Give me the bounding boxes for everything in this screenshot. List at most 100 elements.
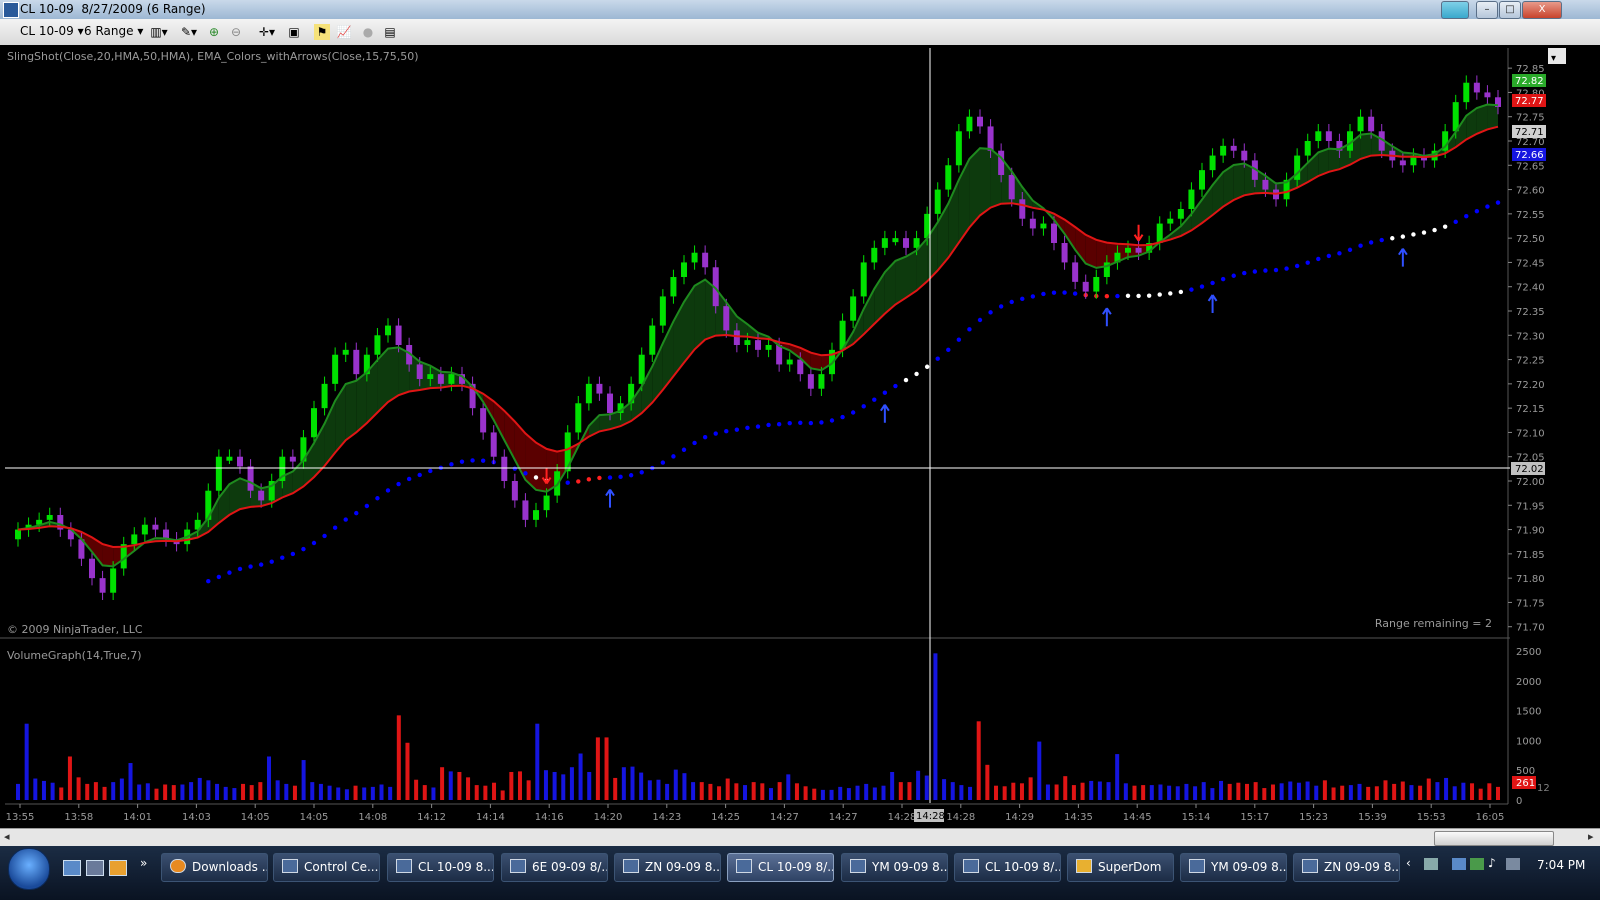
volume-bar (543, 770, 548, 800)
candle-body (850, 296, 857, 321)
slingshot-dot (396, 481, 401, 487)
taskbar-item[interactable]: YM 09-09 8... (1180, 853, 1287, 882)
taskbar-item[interactable]: CL 10-09 8... (387, 853, 494, 882)
taskbar-item-label: Control Ce... (304, 860, 379, 874)
volume-bar (266, 756, 271, 800)
show-desktop-icon[interactable] (63, 860, 81, 876)
tray-expand-icon[interactable]: ‹ (1406, 856, 1411, 870)
slingshot-dot (850, 410, 856, 415)
instrument-selector[interactable]: CL 10-09 ▾ (20, 23, 84, 40)
tray-icon-power[interactable] (1506, 858, 1520, 870)
bar-style-icon[interactable]: ▥▾ (148, 24, 170, 40)
media-player-icon[interactable] (109, 860, 127, 876)
volume-bar (846, 788, 851, 800)
record-icon[interactable]: ● (360, 24, 376, 40)
drawing-tool-icon[interactable]: ✎▾ (178, 24, 200, 40)
chevron-down-icon[interactable]: ▾ (1551, 53, 1556, 64)
taskbar-item[interactable]: CL 10-09 8/... (954, 853, 1061, 882)
candle-body (490, 432, 497, 457)
time-tick-label: 14:27 (770, 812, 799, 823)
volume-bar (881, 785, 886, 800)
maximize-button[interactable]: □ (1499, 1, 1521, 19)
volume-bar (85, 783, 90, 800)
scroll-left-icon[interactable]: ◂ (4, 830, 10, 843)
period-selector[interactable]: 6 Range ▾ (84, 23, 143, 40)
quicklaunch-overflow-icon[interactable]: » (140, 856, 147, 870)
volume-bar (1158, 784, 1163, 800)
scrollbar-thumb[interactable] (1434, 831, 1554, 846)
candle-body (511, 481, 518, 501)
time-tick-label: 14:12 (417, 812, 446, 823)
candle-body (1019, 199, 1026, 219)
taskbar-item[interactable]: 6E 09-09 8/... (501, 853, 608, 882)
candle-body (237, 456, 243, 467)
taskbar-item[interactable]: YM 09-09 8... (841, 853, 948, 882)
slingshot-dot (311, 540, 317, 546)
slingshot-dot (1337, 251, 1342, 256)
taskbar-item-label: SuperDom (1098, 860, 1162, 874)
tray-icon-network[interactable] (1424, 858, 1438, 870)
ema-fill-segment (969, 148, 980, 228)
volume-bar (699, 782, 704, 800)
volume-bar (535, 723, 540, 800)
superdom-icon (1076, 859, 1092, 873)
speaker-icon[interactable]: ♪ (1488, 856, 1496, 870)
slingshot-dot (1041, 291, 1046, 297)
data-box-icon[interactable]: ▤ (382, 24, 398, 40)
candle-body (15, 529, 21, 540)
volume-bar (1461, 782, 1466, 800)
candle-body (247, 466, 254, 491)
time-tick-label: 14:28 (888, 812, 917, 823)
taskbar-item[interactable]: ZN 09-09 8... (614, 853, 721, 882)
window-restore-tile-button[interactable] (1441, 1, 1469, 19)
slingshot-dot (1326, 253, 1332, 259)
scroll-right-icon[interactable]: ▸ (1588, 830, 1594, 843)
slingshot-dot (1115, 293, 1120, 299)
zoom-out-icon[interactable]: ⊖ (228, 24, 244, 40)
candle-body (1135, 247, 1142, 253)
taskbar-item-label: CL 10-09 8/... (758, 860, 834, 874)
candle-body (1368, 116, 1375, 132)
range-remaining-text: Range remaining = 2 (1375, 617, 1492, 630)
start-button[interactable] (8, 848, 50, 890)
slingshot-dot (417, 472, 422, 478)
close-button[interactable]: X (1522, 1, 1562, 19)
taskbar-item[interactable]: Downloads ... (161, 853, 268, 882)
volume-bar (717, 786, 722, 800)
ema-fill-segment (388, 347, 399, 403)
volume-bar (448, 771, 453, 800)
taskbar-item-label: YM 09-09 8... (1211, 860, 1287, 874)
volume-bar (1288, 781, 1293, 800)
crosshair-icon[interactable]: ✛▾ (256, 24, 278, 40)
explorer-icon[interactable] (86, 860, 104, 876)
slingshot-dot (702, 434, 708, 440)
indicators-icon[interactable]: 📈 (336, 24, 352, 40)
slingshot-dot (248, 564, 253, 569)
candle-body (955, 131, 962, 166)
volume-bar (1080, 782, 1085, 800)
candle-body (977, 116, 983, 127)
slingshot-dot (798, 420, 803, 426)
candle-body (1188, 189, 1195, 209)
volume-bar (206, 780, 211, 800)
taskbar-item-label: ZN 09-09 8... (645, 860, 721, 874)
candle-body (871, 247, 878, 263)
time-tick-label: 13:55 (6, 812, 35, 823)
time-tick-label: 15:39 (1358, 812, 1387, 823)
slingshot-dot (375, 496, 380, 501)
strategies-icon[interactable]: ⚑ (314, 24, 330, 40)
horizontal-scrollbar[interactable]: ◂ ▸ (0, 828, 1600, 847)
slingshot-dot (1189, 287, 1194, 292)
taskbar-item[interactable]: Control Ce... (273, 853, 380, 882)
volume-bar (249, 785, 254, 800)
taskbar-item[interactable]: SuperDom (1067, 853, 1174, 882)
taskbar-item[interactable]: ZN 09-09 8... (1293, 853, 1400, 882)
minimize-button[interactable]: – (1476, 1, 1498, 19)
properties-icon[interactable]: ▣ (286, 24, 302, 40)
taskbar-item-active[interactable]: CL 10-09 8/... (727, 853, 834, 882)
zoom-in-icon[interactable]: ⊕ (206, 24, 222, 40)
chart-area[interactable]: 72.85 72.80 72.75 72.70 72.65 72.60 72.55 72.50… (0, 45, 1600, 828)
tray-icon-display[interactable] (1452, 858, 1466, 870)
volume-bar (1175, 786, 1180, 800)
tray-icon-monitor[interactable] (1470, 858, 1484, 870)
